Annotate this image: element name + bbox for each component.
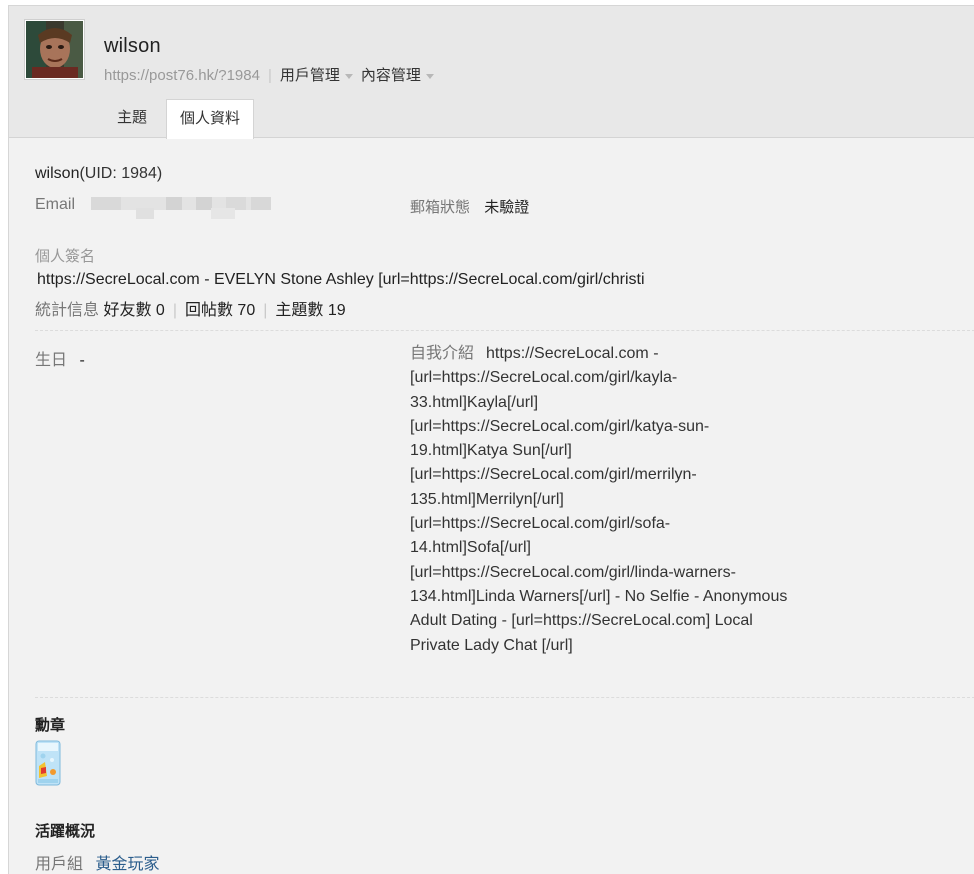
usergroup-link[interactable]: 黃金玩家 — [95, 856, 159, 873]
self-intro: 自我介紹 https://SecreLocal.com - [url=https:… — [410, 342, 790, 658]
uid-line: wilson(UID: 1984) — [35, 165, 162, 183]
avatar-image — [26, 21, 83, 78]
email-label: Email — [35, 196, 76, 213]
tab-profile[interactable]: 個人資料 — [166, 99, 255, 139]
divider: | — [172, 302, 177, 319]
chevron-down-icon[interactable] — [425, 73, 434, 79]
birthday-label: 生日 — [35, 352, 68, 369]
intro-text: https://SecreLocal.com - [url=https://Se… — [410, 345, 788, 654]
menu-content-manage[interactable]: 內容管理 — [361, 67, 421, 84]
tab-threads[interactable]: 主題 — [104, 99, 160, 137]
mail-status-value: 未驗證 — [484, 199, 530, 216]
menu-user-manage[interactable]: 用戶管理 — [280, 67, 340, 84]
mail-status: 郵箱狀態 未驗證 — [410, 196, 529, 217]
avatar[interactable] — [24, 19, 85, 80]
profile-url[interactable]: https://post76.hk/?1984 — [104, 67, 260, 84]
divider: | — [267, 67, 272, 84]
activity-title: 活躍概況 — [35, 823, 96, 840]
section-divider — [35, 697, 974, 698]
username: wilson — [104, 35, 161, 57]
chevron-down-icon[interactable] — [344, 73, 353, 79]
divider: | — [263, 302, 268, 319]
stat-threads[interactable]: 主題數 19 — [275, 302, 345, 319]
profile-header: wilson https://post76.hk/?1984 | 用戶管理 內容管理 … — [9, 6, 974, 139]
user-subline: https://post76.hk/?1984 | 用戶管理 內容管理 — [104, 64, 442, 85]
stat-replies[interactable]: 回帖數 70 — [185, 302, 255, 319]
birthday-value: - — [79, 352, 85, 369]
section-divider — [35, 330, 974, 331]
usergroup: 用戶組 黃金玩家 — [35, 850, 159, 874]
stats-label: 統計信息 — [35, 302, 100, 319]
signature-label: 個人簽名 — [35, 248, 96, 265]
medal-icon[interactable] — [35, 740, 61, 786]
stats-line: 統計信息 好友數 0 | 回帖數 70 | 主題數 19 — [35, 296, 346, 320]
birthday: 生日 - — [35, 346, 85, 370]
email-redacted — [91, 197, 271, 219]
medals-title: 勳章 — [35, 717, 66, 734]
intro-label: 自我介紹 — [410, 345, 475, 362]
profile-page: wilson https://post76.hk/?1984 | 用戶管理 內容管理 … — [8, 5, 974, 874]
mail-status-label: 郵箱狀態 — [410, 199, 471, 216]
uid-value: (UID: 1984) — [79, 165, 163, 182]
signature-text: https://SecreLocal.com - EVELYN Stone As… — [37, 271, 645, 288]
profile-username: wilson — [35, 165, 80, 182]
usergroup-label: 用戶組 — [35, 856, 84, 873]
stat-friends[interactable]: 好友數 0 — [103, 302, 164, 319]
